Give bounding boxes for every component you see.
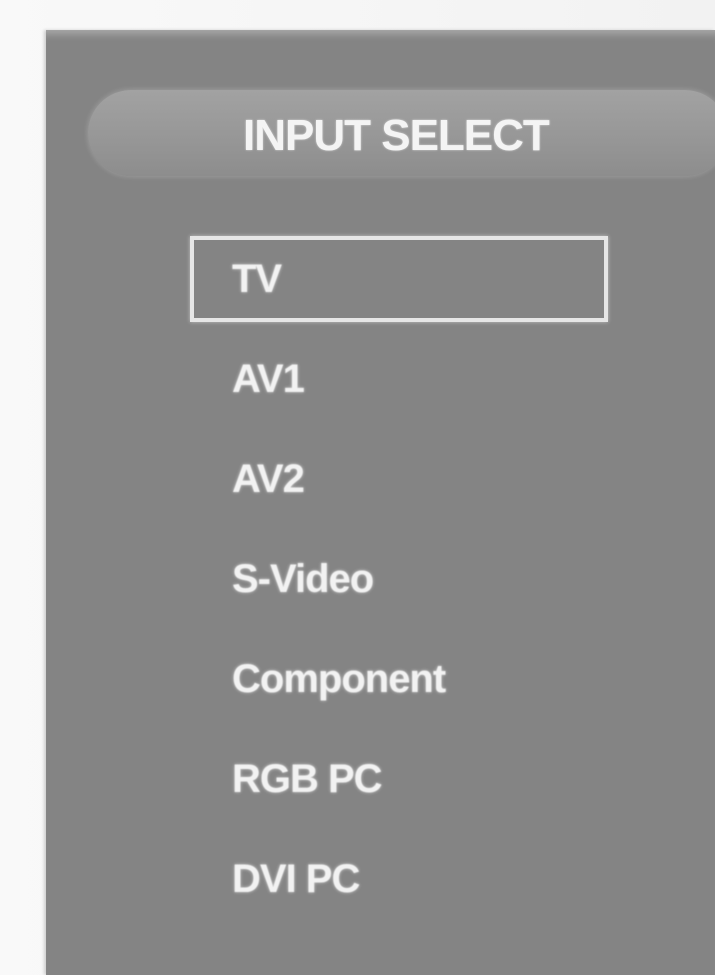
- input-option-label: S-Video: [232, 557, 374, 601]
- input-option-label: AV2: [232, 457, 305, 501]
- osd-title: INPUT SELECT: [243, 111, 550, 160]
- input-option-component[interactable]: Component: [190, 633, 620, 733]
- input-option-tv[interactable]: TV: [190, 233, 620, 333]
- input-option-label: DVI PC: [232, 857, 360, 901]
- input-option-rgb-pc[interactable]: RGB PC: [190, 733, 620, 833]
- input-option-av1[interactable]: AV1: [190, 333, 620, 433]
- input-option-s-video[interactable]: S-Video: [190, 533, 620, 633]
- input-source-list: TV AV1 AV2 S-Video Component RGB PC DVI …: [190, 233, 620, 933]
- input-option-label: AV1: [232, 357, 305, 401]
- input-option-label: TV: [232, 257, 282, 301]
- input-option-av2[interactable]: AV2: [190, 433, 620, 533]
- input-option-label: Component: [232, 657, 446, 701]
- input-option-dvi-pc[interactable]: DVI PC: [190, 833, 620, 933]
- input-option-label: RGB PC: [232, 757, 383, 801]
